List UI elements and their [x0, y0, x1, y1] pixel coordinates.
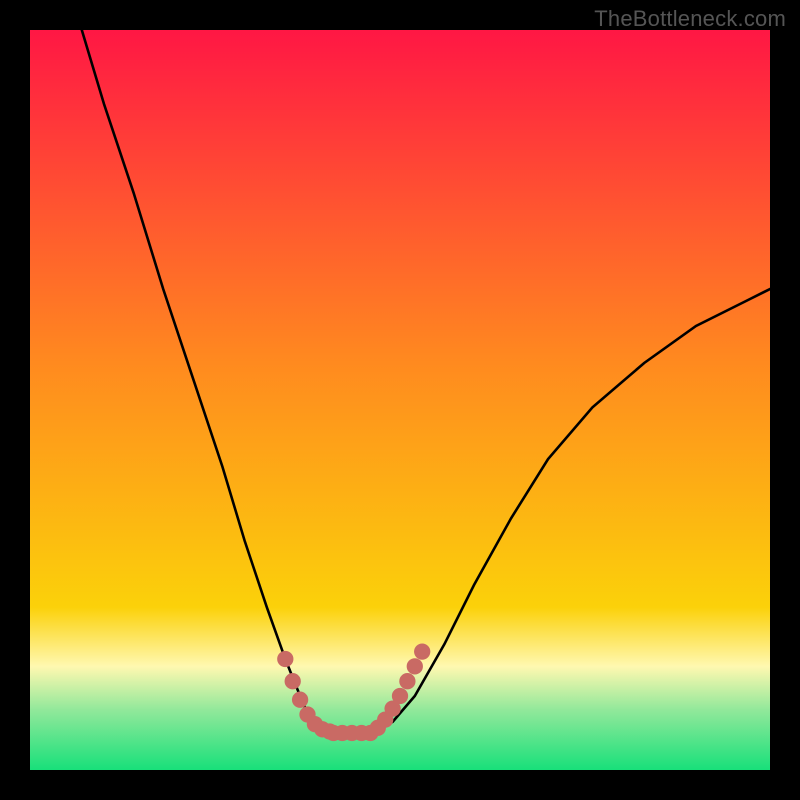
marker-dot [292, 692, 308, 708]
chart-svg [30, 30, 770, 770]
watermark-text: TheBottleneck.com [594, 6, 786, 32]
marker-dot [277, 651, 293, 667]
marker-dot [392, 688, 408, 704]
marker-dot [407, 658, 423, 674]
marker-dot [399, 673, 415, 689]
gradient-background [30, 30, 770, 770]
marker-dot [285, 673, 301, 689]
marker-dot [414, 643, 430, 659]
plot-area [30, 30, 770, 770]
chart-frame: TheBottleneck.com [0, 0, 800, 800]
